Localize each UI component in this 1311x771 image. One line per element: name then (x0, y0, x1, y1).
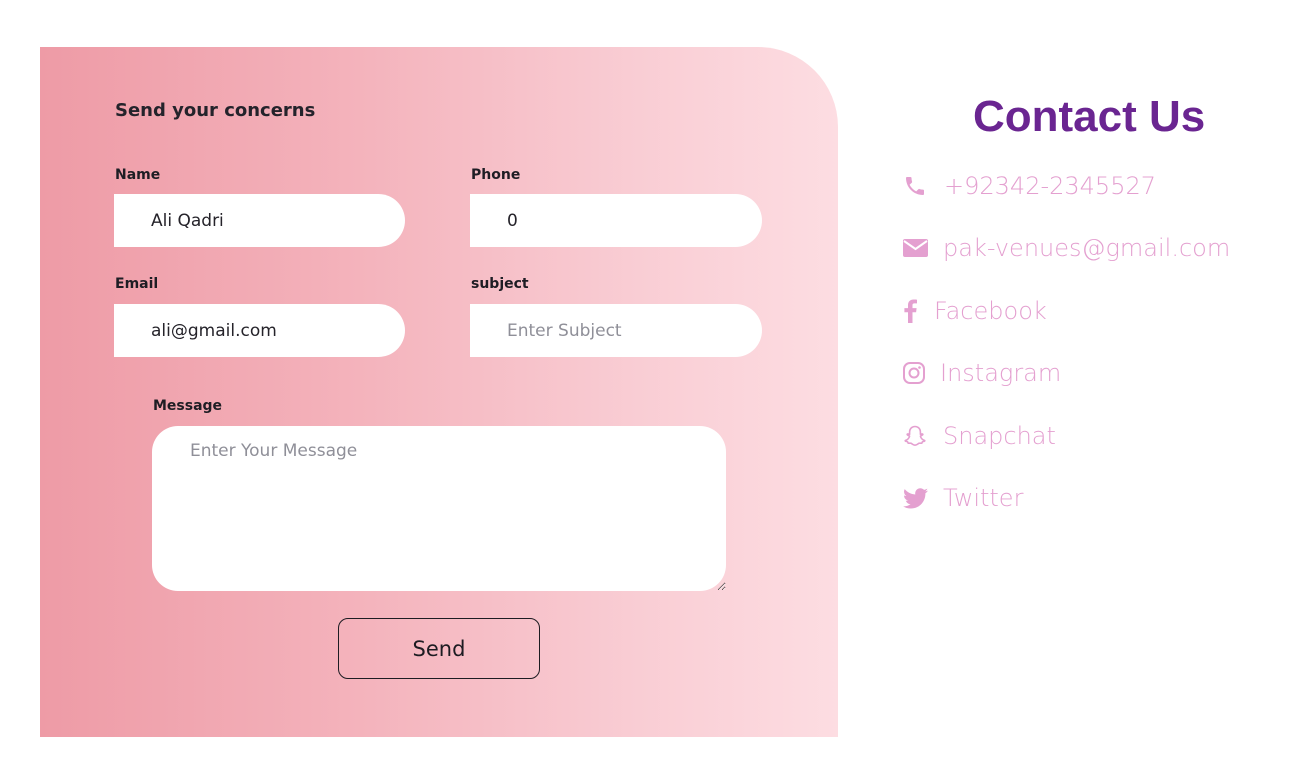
send-button[interactable]: Send (338, 618, 540, 679)
facebook-link[interactable]: Facebook (902, 294, 1047, 328)
form-title: Send your concerns (115, 100, 316, 121)
phone-icon (902, 174, 928, 198)
email-address-text: pak-venues@gmail.com (943, 234, 1231, 262)
message-label: Message (153, 398, 223, 414)
snapchat-link[interactable]: Snapchat (902, 419, 1056, 453)
phone-link[interactable]: +92342-2345527 (902, 169, 1156, 203)
name-label: Name (115, 167, 161, 183)
phone-number-text: +92342-2345527 (944, 172, 1157, 200)
instagram-icon (902, 362, 926, 384)
subject-input[interactable] (470, 304, 762, 357)
twitter-icon (902, 487, 928, 509)
phone-input[interactable] (470, 194, 762, 247)
snapchat-text: Snapchat (943, 422, 1056, 450)
email-link[interactable]: pak-venues@gmail.com (902, 231, 1230, 265)
name-input[interactable] (114, 194, 405, 247)
email-input[interactable] (114, 304, 405, 357)
email-label: Email (115, 276, 159, 292)
subject-label: subject (471, 276, 529, 292)
facebook-text: Facebook (934, 297, 1047, 325)
twitter-text: Twitter (943, 484, 1024, 512)
instagram-text: Instagram (940, 359, 1062, 387)
instagram-link[interactable]: Instagram (902, 356, 1061, 390)
contact-form-panel: Send your concerns Name Phone Email subj… (40, 47, 838, 737)
snapchat-icon (902, 424, 928, 448)
twitter-link[interactable]: Twitter (902, 481, 1023, 515)
contact-title: Contact Us (973, 92, 1206, 141)
envelope-icon (902, 238, 928, 258)
message-textarea[interactable] (152, 426, 726, 591)
phone-label: Phone (471, 167, 521, 183)
facebook-icon (902, 299, 918, 323)
